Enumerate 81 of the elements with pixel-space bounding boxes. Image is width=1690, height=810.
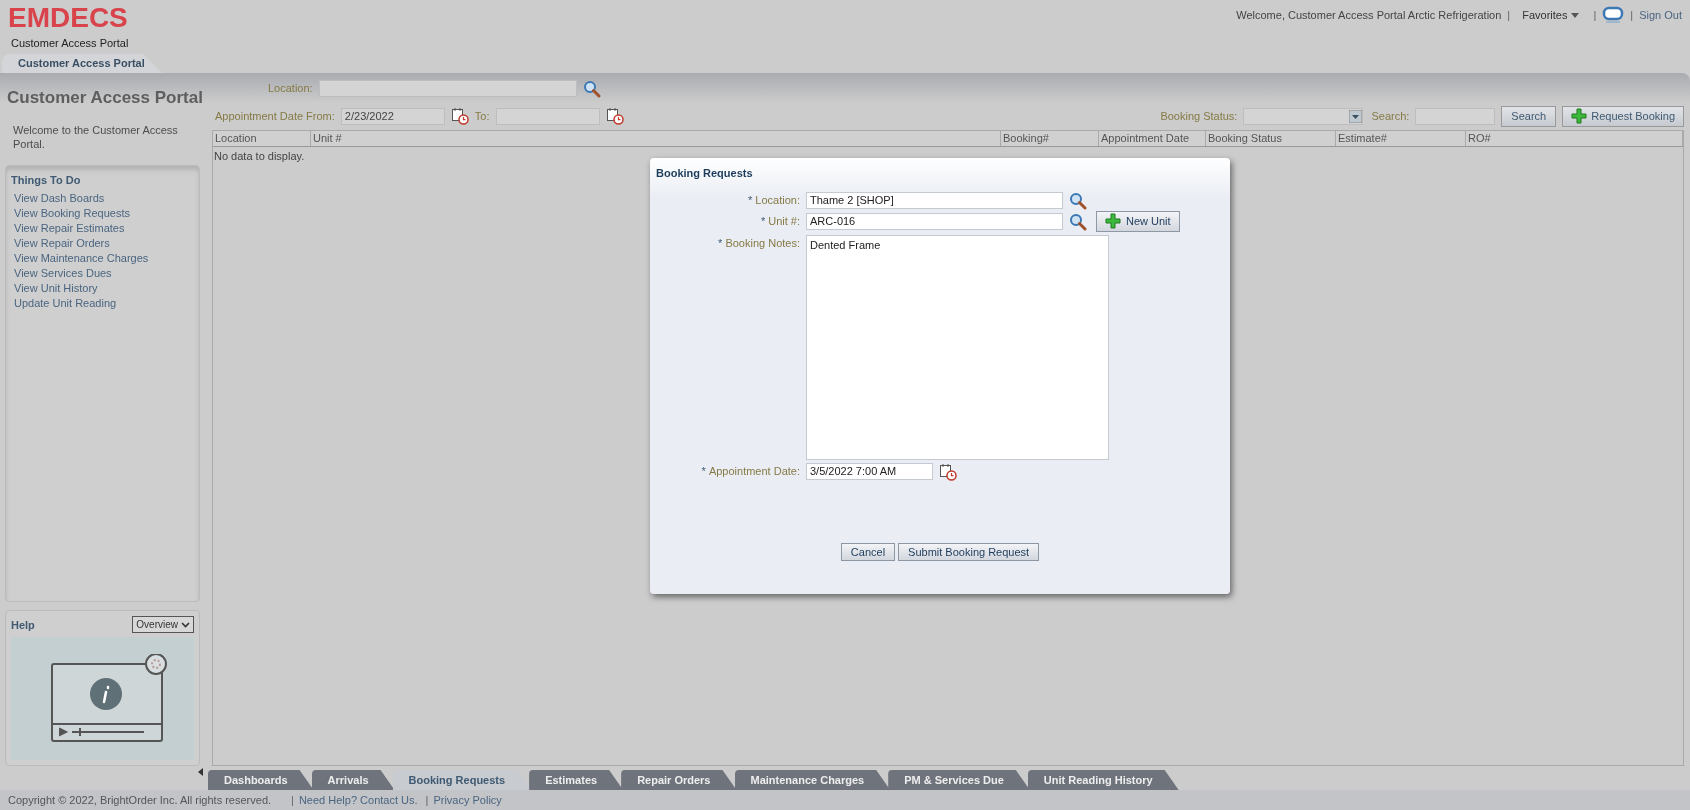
date-from-field[interactable]: 2/23/2022 xyxy=(340,107,445,125)
field-label: Unit #: xyxy=(768,213,800,229)
location-label: Location: xyxy=(268,81,313,97)
separator: | xyxy=(1507,7,1511,23)
task-link[interactable]: View Booking Requests xyxy=(14,206,194,221)
request-booking-button[interactable]: Request Booking xyxy=(1562,105,1684,127)
task-link[interactable]: Update Unit Reading xyxy=(14,296,194,311)
text-field[interactable]: Thame 2 [SHOP] xyxy=(806,191,1063,209)
field-label: Booking Notes: xyxy=(725,235,800,251)
panel-title: Things To Do xyxy=(11,172,82,188)
section-tab[interactable]: Unit Reading History xyxy=(1027,770,1179,790)
required-mark: * xyxy=(748,192,753,208)
welcome-message: Welcome to the Customer Access Portal. xyxy=(13,122,179,151)
search-button[interactable]: Search xyxy=(1501,105,1557,127)
search-icon[interactable] xyxy=(1069,212,1087,231)
location-field[interactable] xyxy=(318,80,577,97)
chevron-down-icon[interactable] xyxy=(181,621,190,628)
date-field[interactable]: 3/5/2022 7:00 AM xyxy=(806,462,933,480)
section-tab[interactable]: Arrivals xyxy=(311,770,395,790)
task-link[interactable]: View Repair Estimates xyxy=(14,221,194,236)
separator: | xyxy=(1593,7,1597,23)
plus-icon[interactable] xyxy=(1105,213,1121,229)
column-header[interactable]: RO# xyxy=(1466,131,1683,146)
column-header[interactable]: Unit # xyxy=(311,131,1001,146)
collapse-arrow-icon[interactable] xyxy=(198,768,203,776)
portal-subtitle: Customer Access Portal xyxy=(11,36,129,51)
cancel-button[interactable]: Cancel xyxy=(840,542,896,561)
search-icon[interactable] xyxy=(1069,191,1087,210)
field-label: Location: xyxy=(755,192,800,208)
sign-out-link[interactable]: Sign Out xyxy=(1639,6,1682,24)
panel-title: Help xyxy=(11,617,35,633)
caret-icon[interactable] xyxy=(1349,109,1363,123)
search-icon[interactable] xyxy=(582,79,601,98)
caret-icon[interactable] xyxy=(1571,12,1580,18)
sidebar-title: Customer Access Portal xyxy=(7,87,203,109)
section-tab[interactable]: Booking Requests xyxy=(392,770,532,790)
separator: | xyxy=(1630,7,1634,23)
favorites-menu[interactable]: Favorites xyxy=(1522,6,1580,24)
notes-textarea[interactable]: Dented Frame xyxy=(806,234,1109,460)
footer-link[interactable]: Privacy Policy xyxy=(433,791,502,809)
calendar-icon[interactable] xyxy=(605,107,624,125)
section-tab[interactable]: PM & Services Due xyxy=(888,770,1030,790)
column-header[interactable]: Booking Status xyxy=(1206,131,1336,146)
welcome-text: Welcome, Customer Access Portal Arctic Refrigeration xyxy=(1236,7,1502,23)
overview-dropdown[interactable]: Overview xyxy=(132,616,194,634)
calendar-icon[interactable] xyxy=(450,107,469,125)
column-header[interactable]: Estimate# xyxy=(1336,131,1466,146)
empty-message: No data to display. xyxy=(213,149,306,164)
footer-link[interactable]: Need Help? Contact Us. xyxy=(298,791,418,809)
section-tab[interactable]: Repair Orders xyxy=(621,770,737,790)
required-mark: * xyxy=(718,235,723,251)
section-tab[interactable]: Maintenance Charges xyxy=(734,770,891,790)
section-tab[interactable]: Dashboards xyxy=(208,770,314,790)
section-tab[interactable]: Estimates xyxy=(529,770,624,790)
calendar-icon[interactable] xyxy=(939,462,957,481)
task-link[interactable]: View Repair Orders xyxy=(14,236,194,251)
date-from-label: Appointment Date From: xyxy=(215,108,335,124)
plus-icon[interactable] xyxy=(1571,108,1588,124)
task-link[interactable]: View Maintenance Charges xyxy=(14,251,194,266)
separator: | xyxy=(425,792,429,808)
logo: EMDECS xyxy=(8,4,128,32)
separator: | xyxy=(291,792,294,808)
task-link[interactable]: View Dash Boards xyxy=(14,191,194,206)
portal-tab[interactable]: Customer Access Portal xyxy=(2,54,162,73)
task-link[interactable]: View Services Dues xyxy=(14,266,194,281)
column-header[interactable]: Appointment Date xyxy=(1099,131,1206,146)
column-header[interactable]: Location xyxy=(213,131,311,146)
column-header[interactable]: Booking# xyxy=(1001,131,1099,146)
text-field[interactable]: ARC-016 xyxy=(806,212,1063,230)
submit-button[interactable]: Submit Booking Request xyxy=(898,542,1040,561)
to-label: To: xyxy=(474,108,490,124)
copyright-text: Copyright © 2022, BrightOrder Inc. All rights reserved. xyxy=(8,792,272,808)
field-label: Appointment Date: xyxy=(708,463,800,479)
dialog-title: Booking Requests xyxy=(656,166,754,181)
required-mark: * xyxy=(760,213,766,229)
required-mark: * xyxy=(701,463,706,479)
booking-status-label: Booking Status: xyxy=(1160,108,1238,124)
new-unit-button[interactable]: New Unit xyxy=(1096,210,1180,232)
chat-icon[interactable] xyxy=(1602,6,1625,24)
search-label: Search: xyxy=(1371,108,1410,124)
task-link[interactable]: View Unit History xyxy=(14,281,194,296)
